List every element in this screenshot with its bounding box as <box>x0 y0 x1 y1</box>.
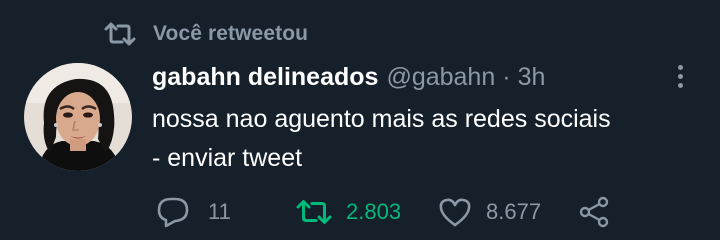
retweet-count: 2.803 <box>346 199 402 224</box>
tweet-timestamp[interactable]: 3h <box>518 63 546 92</box>
tweet-actions: 11 2.803 8.677 <box>0 194 720 230</box>
like-count: 8.677 <box>486 199 542 224</box>
tweet-text-line: nossa nao aguento mais as redes sociais <box>152 105 611 133</box>
retweet-button[interactable]: 2.803 <box>296 194 401 230</box>
tweet-text: nossa nao aguento mais as redes sociais … <box>152 100 712 178</box>
retweet-banner: Você retweetou <box>104 18 308 50</box>
share-button[interactable] <box>578 194 610 230</box>
share-icon <box>578 196 610 228</box>
retweet-icon <box>296 199 332 225</box>
like-button[interactable]: 8.677 <box>438 194 541 230</box>
author-handle[interactable]: @gabahn <box>386 63 495 92</box>
avatar[interactable] <box>24 63 132 171</box>
retweet-banner-label: Você retweetou <box>153 22 309 45</box>
retweet-icon <box>104 21 136 47</box>
separator-dot: · <box>502 62 511 91</box>
tweet-text-line: - enviar tweet <box>152 144 303 172</box>
tweet-header: gabahn delineados @gabahn · 3h <box>152 58 545 96</box>
reply-icon <box>156 196 190 228</box>
reply-count: 11 <box>208 199 231 224</box>
reply-button[interactable]: 11 <box>156 194 231 230</box>
tweet-card[interactable]: Você retweetou gabahn delineados @gabahn… <box>0 0 720 240</box>
author-name[interactable]: gabahn delineados <box>152 63 378 92</box>
heart-icon <box>438 197 472 227</box>
more-options-icon[interactable] <box>668 62 692 90</box>
